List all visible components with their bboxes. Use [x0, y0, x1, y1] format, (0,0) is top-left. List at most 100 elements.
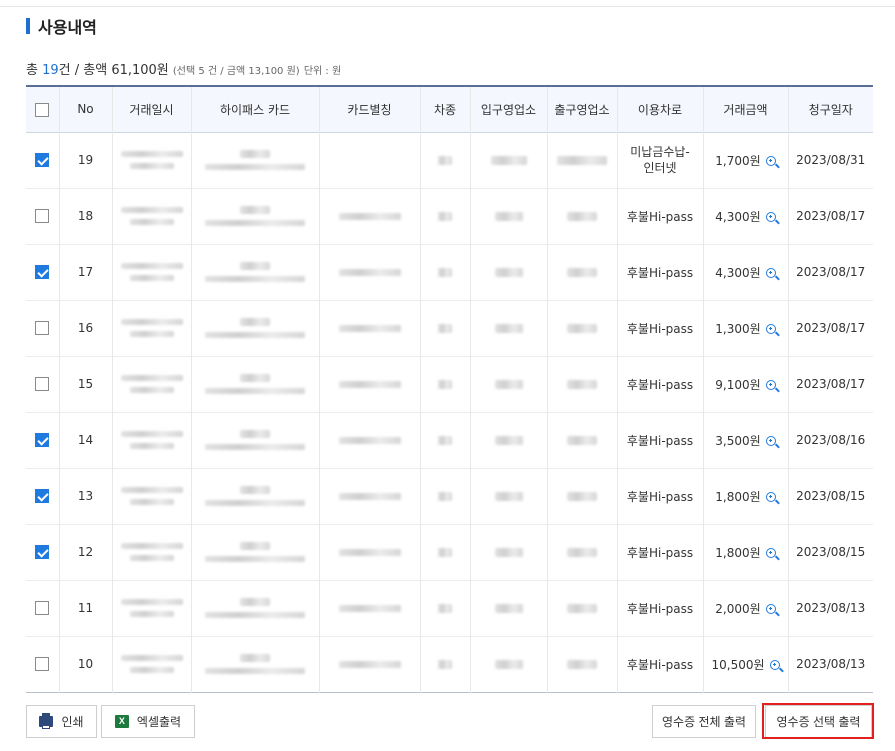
row-lane: 후불Hi-pass	[616, 356, 703, 412]
zoom-in-icon[interactable]	[765, 380, 776, 390]
print-button-label: 인쇄	[61, 715, 84, 729]
row-checkbox[interactable]	[35, 601, 50, 616]
row-lane: 미납금수납- 인터넷	[616, 132, 703, 188]
row-amount: 10,500원	[711, 657, 765, 672]
zoom-in-icon[interactable]	[765, 324, 776, 334]
row-datetime-redacted	[111, 244, 191, 300]
table-row: 18 후불Hi-pass 4,300원 2023/08/17	[26, 188, 873, 244]
row-datetime-redacted	[111, 524, 191, 580]
row-vehicle-redacted	[419, 244, 470, 300]
row-amount: 9,100원	[715, 377, 761, 392]
row-entry-redacted	[469, 244, 547, 300]
row-select-cell[interactable]	[26, 356, 59, 412]
summary-total: 61,100원	[111, 63, 169, 78]
row-checkbox[interactable]	[35, 321, 50, 336]
zoom-in-icon[interactable]	[765, 156, 776, 166]
row-exit-redacted	[546, 580, 617, 636]
row-datetime-redacted	[111, 300, 191, 356]
row-card-redacted	[190, 132, 319, 188]
zoom-in-icon[interactable]	[765, 212, 776, 222]
row-card-redacted	[190, 468, 319, 524]
row-billing-date: 2023/08/17	[787, 188, 873, 244]
header-vehicle-type: 차종	[419, 86, 470, 132]
row-select-cell[interactable]	[26, 580, 59, 636]
row-datetime-redacted	[111, 468, 191, 524]
row-amount-cell: 1,700원	[702, 132, 788, 188]
header-lane: 이용차로	[616, 86, 703, 132]
row-alias-redacted	[318, 580, 420, 636]
row-select-cell[interactable]	[26, 132, 59, 188]
zoom-in-icon[interactable]	[769, 660, 780, 670]
row-amount-cell: 2,000원	[702, 580, 788, 636]
row-lane: 후불Hi-pass	[616, 412, 703, 468]
row-entry-redacted	[469, 580, 547, 636]
row-alias-redacted	[318, 412, 420, 468]
row-billing-date: 2023/08/13	[787, 636, 873, 692]
zoom-in-icon[interactable]	[765, 604, 776, 614]
row-checkbox[interactable]	[35, 265, 50, 280]
title-accent-bar	[26, 18, 30, 34]
excel-export-button[interactable]: X 엑셀출력	[101, 705, 195, 738]
row-alias-redacted	[318, 636, 420, 692]
row-exit-redacted	[546, 132, 617, 188]
row-no: 12	[58, 524, 112, 580]
zoom-in-icon[interactable]	[765, 268, 776, 278]
row-exit-redacted	[546, 188, 617, 244]
row-lane: 후불Hi-pass	[616, 468, 703, 524]
row-billing-date: 2023/08/17	[787, 356, 873, 412]
row-select-cell[interactable]	[26, 524, 59, 580]
row-amount-cell: 1,300원	[702, 300, 788, 356]
header-exit-office: 출구영업소	[546, 86, 617, 132]
row-select-cell[interactable]	[26, 188, 59, 244]
row-checkbox[interactable]	[35, 545, 50, 560]
header-card-alias: 카드별칭	[318, 86, 420, 132]
row-entry-redacted	[469, 524, 547, 580]
table-header-row: No 거래일시 하이패스 카드 카드별칭 차종 입구영업소 출구영업소 이용차로…	[26, 86, 873, 132]
row-card-redacted	[190, 636, 319, 692]
row-billing-date: 2023/08/15	[787, 468, 873, 524]
row-amount-cell: 9,100원	[702, 356, 788, 412]
excel-button-label: 엑셀출력	[136, 715, 182, 729]
row-billing-date: 2023/08/17	[787, 300, 873, 356]
row-checkbox[interactable]	[35, 153, 50, 168]
print-button[interactable]: 인쇄	[26, 705, 97, 738]
row-billing-date: 2023/08/31	[787, 132, 873, 188]
row-vehicle-redacted	[419, 580, 470, 636]
row-select-cell[interactable]	[26, 412, 59, 468]
row-no: 11	[58, 580, 112, 636]
row-datetime-redacted	[111, 132, 191, 188]
row-select-cell[interactable]	[26, 244, 59, 300]
row-vehicle-redacted	[419, 132, 470, 188]
row-billing-date: 2023/08/13	[787, 580, 873, 636]
row-vehicle-redacted	[419, 524, 470, 580]
row-checkbox[interactable]	[35, 377, 50, 392]
row-lane: 후불Hi-pass	[616, 188, 703, 244]
row-exit-redacted	[546, 524, 617, 580]
row-alias-redacted	[318, 524, 420, 580]
row-no: 17	[58, 244, 112, 300]
row-checkbox[interactable]	[35, 433, 50, 448]
row-checkbox[interactable]	[35, 209, 50, 224]
row-datetime-redacted	[111, 356, 191, 412]
zoom-in-icon[interactable]	[765, 548, 776, 558]
zoom-in-icon[interactable]	[765, 436, 776, 446]
summary-selection: (선택 5 건 / 금액 13,100 원)	[172, 66, 300, 77]
zoom-in-icon[interactable]	[765, 492, 776, 502]
row-no: 14	[58, 412, 112, 468]
row-checkbox[interactable]	[35, 489, 50, 504]
table-row: 17 후불Hi-pass 4,300원 2023/08/17	[26, 244, 873, 300]
row-amount: 1,800원	[715, 545, 761, 560]
row-lane: 후불Hi-pass	[616, 636, 703, 692]
row-checkbox[interactable]	[35, 657, 50, 672]
select-all-checkbox[interactable]	[35, 102, 50, 117]
row-entry-redacted	[469, 300, 547, 356]
row-select-cell[interactable]	[26, 300, 59, 356]
row-amount: 1,800원	[715, 489, 761, 504]
row-select-cell[interactable]	[26, 636, 59, 692]
row-select-cell[interactable]	[26, 468, 59, 524]
header-select-all[interactable]	[26, 86, 59, 132]
row-datetime-redacted	[111, 188, 191, 244]
receipt-print-all-button[interactable]: 영수증 전체 출력	[652, 705, 756, 738]
row-exit-redacted	[546, 636, 617, 692]
row-alias-redacted	[318, 244, 420, 300]
